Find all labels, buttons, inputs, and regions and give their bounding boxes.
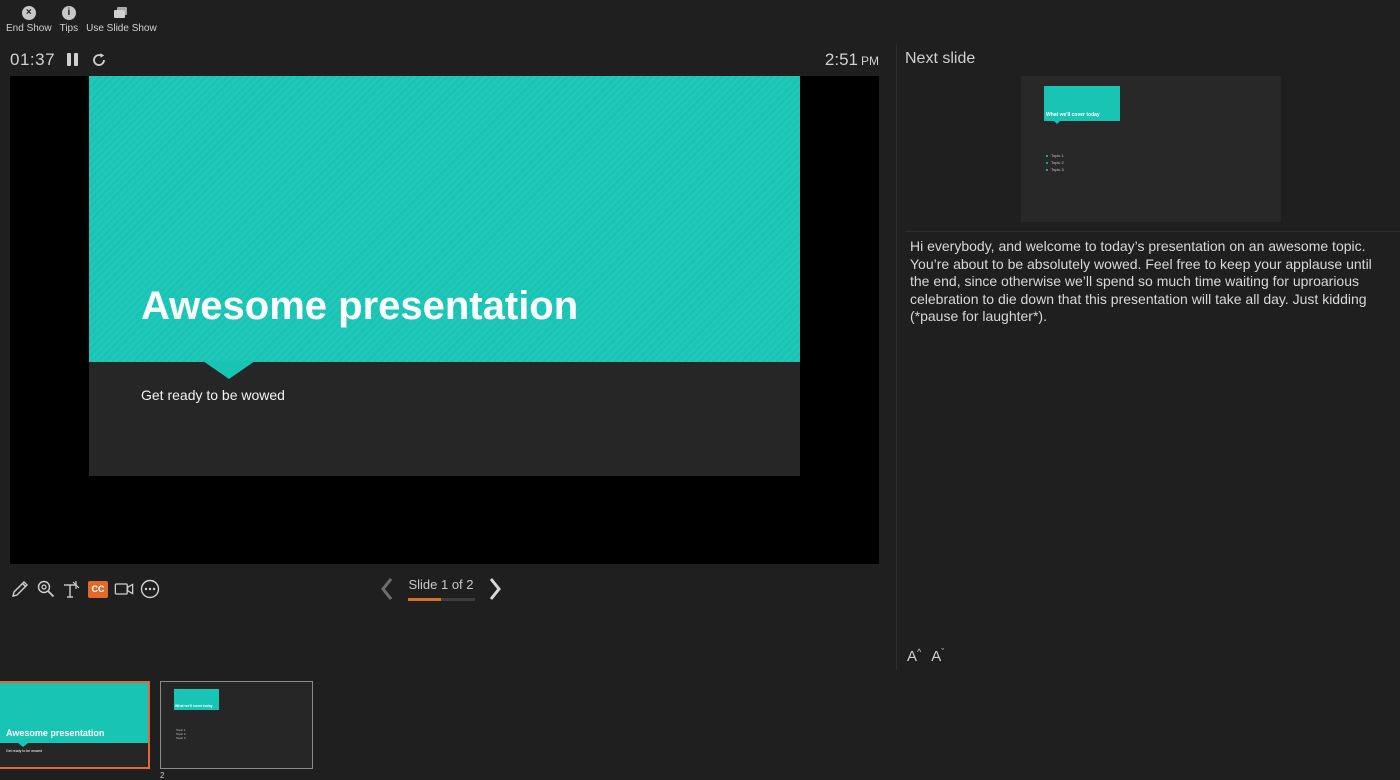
- info-icon: i: [61, 6, 76, 20]
- thumb-title: What we'll cover today: [175, 704, 213, 708]
- notes-separator: [905, 231, 1400, 232]
- slide-navigation: Slide 1 of 2: [378, 574, 504, 604]
- use-slide-show-label: Use Slide Show: [86, 23, 157, 34]
- slide-progress-fill: [407, 598, 441, 601]
- slideshow-icon: [114, 7, 128, 18]
- next-slide-preview[interactable]: What we'll cover today Topic 1 Topic 2 T…: [1021, 76, 1281, 222]
- slide-filmstrip: Awesome presentation Get ready to be wow…: [0, 681, 1400, 780]
- pause-icon[interactable]: [67, 53, 79, 67]
- clock-time: 2:51: [824, 50, 858, 69]
- close-icon: ×: [21, 6, 36, 20]
- decrease-font-button[interactable]: Aˇ: [931, 647, 944, 665]
- use-slide-show-button[interactable]: Use Slide Show: [86, 5, 157, 35]
- increase-font-button[interactable]: A^: [907, 647, 921, 665]
- thumb-bullet: Topic 3: [176, 736, 186, 740]
- clock: 2:51 PM: [825, 50, 879, 70]
- camera-button[interactable]: [114, 579, 134, 599]
- previous-slide-button[interactable]: [378, 576, 396, 602]
- tips-label: Tips: [59, 23, 79, 34]
- thumb-bullets: Topic 1 Topic 2 Topic 3: [176, 728, 186, 740]
- current-slide-view[interactable]: Awesome presentation Get ready to be wow…: [10, 76, 879, 564]
- zoom-button[interactable]: [36, 579, 56, 599]
- more-options-button[interactable]: [140, 579, 160, 599]
- more-icon: [140, 579, 160, 599]
- speaker-notes[interactable]: Hi everybody, and welcome to today’s pre…: [910, 238, 1390, 326]
- panel-divider[interactable]: [896, 44, 897, 670]
- camera-icon: [114, 583, 134, 595]
- subtitles-button[interactable]: CC: [88, 579, 108, 599]
- pen-tool-button[interactable]: [10, 579, 30, 599]
- slide-band-pointer: [203, 361, 255, 379]
- captions-icon: CC: [88, 580, 108, 598]
- chevron-right-icon: [489, 578, 501, 600]
- next-slide-band-pointer: [1053, 120, 1061, 124]
- elapsed-timer: 01:37: [10, 50, 56, 69]
- slide-tools: CC: [10, 576, 160, 602]
- next-slide-bullet: Topic 3: [1046, 166, 1064, 173]
- slide-progress-bar: [407, 598, 475, 601]
- next-slide-bullets: Topic 1 Topic 2 Topic 3: [1046, 152, 1064, 173]
- next-slide-title: What we'll cover today: [1046, 112, 1100, 118]
- pointer-icon: [64, 581, 80, 598]
- timer-bar: 01:37 2:51 PM: [10, 48, 879, 72]
- next-slide-button[interactable]: [486, 576, 504, 602]
- zoom-icon: [37, 580, 55, 598]
- chevron-left-icon: [381, 578, 393, 600]
- end-show-label: End Show: [6, 23, 52, 34]
- reset-timer-icon[interactable]: [91, 52, 107, 68]
- thumb-band-pointer: [18, 743, 28, 747]
- next-slide-label: Next slide: [905, 50, 976, 67]
- next-slide-bullet: Topic 2: [1046, 159, 1064, 166]
- thumb-title: Awesome presentation: [6, 728, 105, 738]
- clock-ampm: PM: [861, 54, 879, 68]
- filmstrip-slide-1[interactable]: Awesome presentation Get ready to be wow…: [0, 681, 150, 769]
- slide-counter-label: Slide 1 of 2: [408, 577, 474, 592]
- slide-title: Awesome presentation: [141, 284, 579, 328]
- slide-subtitle: Get ready to be wowed: [141, 387, 285, 403]
- slide-counter: Slide 1 of 2: [396, 577, 486, 601]
- presenter-toolbar: × End Show i Tips Use Slide Show: [0, 0, 163, 40]
- filmstrip-slide-2[interactable]: What we'll cover today Topic 1 Topic 2 T…: [160, 681, 313, 769]
- laser-pointer-button[interactable]: [62, 579, 82, 599]
- current-slide: Awesome presentation Get ready to be wow…: [89, 76, 800, 476]
- next-slide-bullet: Topic 1: [1046, 152, 1064, 159]
- thumb-subtitle: Get ready to be wowed: [6, 749, 42, 753]
- notes-font-controls: A^ Aˇ: [907, 647, 944, 665]
- end-show-button[interactable]: × End Show: [6, 5, 52, 35]
- pen-icon: [12, 581, 28, 597]
- tips-button[interactable]: i Tips: [59, 5, 79, 35]
- filmstrip-slide-number: 2: [160, 771, 165, 780]
